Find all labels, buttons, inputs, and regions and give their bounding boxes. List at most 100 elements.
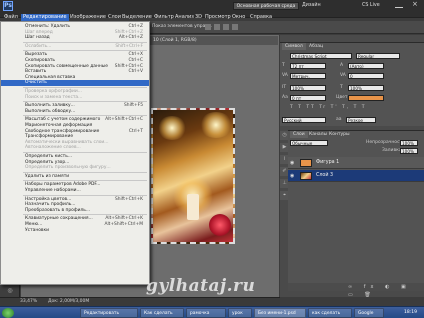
edit-menu-item[interactable]: Управление наборами... [1, 188, 149, 194]
edit-menu-dropdown: Отменить: Удалить Ctrl+Z Шаг вперед Shift+C… [0, 21, 150, 285]
align-icon[interactable] [214, 24, 220, 30]
menu-filter[interactable]: Фильтр [154, 14, 174, 21]
layer-name: Слой 3 [316, 173, 334, 178]
layer-thumbnail [300, 159, 312, 167]
zoom-readout[interactable]: 33,47% [20, 298, 37, 306]
edit-menu-item[interactable]: Очистить [1, 80, 149, 86]
edit-menu-item[interactable]: Преобразовать в профиль... [1, 208, 149, 214]
menu-select[interactable]: Выделение [122, 14, 152, 21]
light-glow [199, 112, 233, 138]
document-tab[interactable]: 10 (Слой 1, RGB/8) [150, 36, 278, 45]
layer-name: Фигура 1 [316, 160, 340, 165]
menu-item-label: Определить произвольную фигуру... [25, 165, 111, 171]
menu-help[interactable]: Справка [250, 14, 272, 21]
language-select[interactable]: Русский [282, 117, 326, 123]
app-logo: Ps [3, 1, 13, 11]
font-family-select[interactable]: Christmas Script [290, 53, 352, 59]
edit-menu-item[interactable]: Установки [1, 228, 149, 234]
kerning-field[interactable]: Метрич. [290, 73, 326, 79]
blend-mode-select[interactable]: Обычные [290, 140, 328, 146]
quick-mask-icon[interactable]: ◎ [3, 287, 17, 295]
design-label[interactable]: Дизайн [302, 3, 321, 8]
menu-window[interactable]: Окно [232, 14, 245, 21]
tracking-field[interactable]: 0 [348, 73, 384, 79]
layer-row[interactable]: ◉ Фигура 1 [288, 157, 424, 169]
menu-edit[interactable]: Редактирование [21, 14, 69, 21]
align-icon[interactable] [223, 24, 229, 30]
edit-menu-item[interactable]: Шаг назад Alt+Ctrl+Z [1, 35, 149, 41]
menu-separator [23, 194, 147, 196]
tracking-icon: VA [340, 73, 346, 78]
taskbar-item[interactable]: Как сделать [140, 308, 184, 318]
menu-separator [23, 152, 147, 153]
doc-info: Док: 2,00М/3,00М [48, 299, 90, 304]
taskbar-item[interactable]: урок [228, 308, 252, 318]
menu-image[interactable]: Изображение [70, 14, 106, 21]
rose [209, 214, 231, 236]
menu-item-shortcut: Shift+Ctrl+F [115, 43, 143, 49]
baseline-shift-field[interactable]: 0 пт [290, 95, 326, 101]
fill-field[interactable]: 100% [400, 148, 418, 154]
show-controls-label[interactable]: Показ элементов управл. [152, 24, 212, 29]
menu-bar: Ps Основная рабочая среда Дизайн CS Live… [0, 0, 424, 21]
font-size-field[interactable]: 72 пт [290, 63, 326, 69]
edit-menu-item[interactable]: Определить произвольную фигуру... [1, 165, 149, 171]
align-icon[interactable] [205, 24, 211, 30]
menu-item-label: Очистить [25, 80, 47, 86]
font-style-select[interactable]: Regular [356, 53, 400, 59]
layer-row-selected[interactable]: ◉ Слой 3 [288, 170, 424, 182]
style-buttons[interactable]: T T TT Tr T' T, T T [290, 105, 367, 111]
baseline-icon: Aa [282, 95, 288, 100]
horizontal-scale-field[interactable]: 100% [348, 85, 384, 91]
menu-item-label: Удалить из памяти [25, 173, 70, 179]
tab-character[interactable]: Символ [282, 43, 306, 50]
minimize-button[interactable] [395, 2, 403, 8]
menu-item-label: Шаг назад [25, 35, 50, 41]
taskbar-item[interactable]: Без имени-1.psd [254, 308, 306, 318]
leading-field[interactable]: (Авто) [348, 63, 384, 69]
close-icon[interactable]: × [412, 0, 418, 8]
cs-live-button[interactable]: CS Live [362, 3, 380, 8]
leading-icon: A [340, 63, 344, 68]
tab-paragraph[interactable]: Абзац [306, 43, 326, 50]
tab-paths[interactable]: Контуры [326, 131, 353, 138]
edit-menu-item[interactable]: Ослабить... Shift+Ctrl+F [1, 44, 149, 50]
menu-analysis[interactable]: Анализ [175, 14, 194, 21]
menu-item-label: Ослабить... [25, 43, 52, 49]
align-icon[interactable] [232, 24, 238, 30]
edit-menu-item[interactable]: Выполнить обводку... [1, 109, 149, 115]
text-color-swatch[interactable] [348, 95, 384, 101]
kerning-icon: VA [282, 73, 288, 78]
taskbar-item[interactable]: Google [354, 308, 384, 318]
menu-item-label: Управление наборами... [25, 188, 81, 193]
antialias-select[interactable]: Резкое [346, 117, 376, 123]
taskbar-item[interactable]: Редактировать [80, 308, 138, 318]
menu-file[interactable]: Файл [4, 14, 18, 21]
taskbar-item[interactable]: как сделать [308, 308, 352, 318]
menu-3d[interactable]: 3D [195, 14, 202, 21]
status-bar: 33,47% Док: 2,00М/3,00М [0, 297, 280, 306]
edit-menu-item[interactable]: Автоналожение слоев... [1, 145, 149, 151]
font-size-icon: T [282, 63, 285, 68]
eye-icon[interactable]: ◉ [290, 173, 296, 179]
menu-view[interactable]: Просмотр [205, 14, 231, 21]
character-panel: Символ Абзац Christmas Script Regular T … [280, 42, 424, 126]
light-glow [157, 116, 187, 140]
menu-item-label: Автоналожение слоев... [25, 145, 81, 151]
document-image[interactable] [151, 108, 235, 244]
menu-separator [23, 87, 147, 88]
start-button[interactable] [2, 308, 14, 318]
edit-menu-item[interactable]: Удалить из памяти [1, 174, 149, 180]
hscale-icon: T [340, 85, 343, 90]
edit-menu-item[interactable]: Поиск и замена текста... [1, 95, 149, 101]
workspace-button[interactable]: Основная рабочая среда [233, 2, 299, 10]
menu-layers[interactable]: Слои [108, 14, 121, 21]
menu-item-label: Поиск и замена текста... [25, 94, 83, 100]
menu-item-shortcut: Alt+Ctrl+Z [118, 35, 143, 41]
eye-icon[interactable]: ◉ [290, 160, 296, 166]
menu-separator [23, 41, 147, 43]
opacity-field[interactable]: 100% [400, 140, 418, 146]
layers-panel: Слои Каналы Контуры Обычные Непрозрачнос… [288, 130, 424, 298]
taskbar-item[interactable]: рамочка [186, 308, 226, 318]
vertical-scale-field[interactable]: 100% [290, 85, 326, 91]
